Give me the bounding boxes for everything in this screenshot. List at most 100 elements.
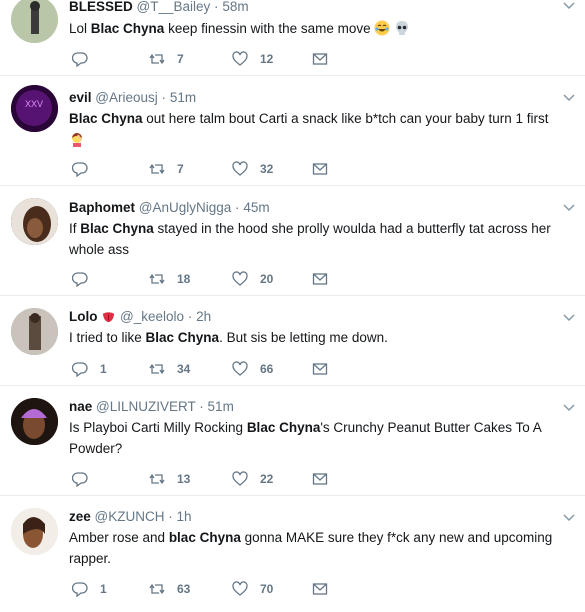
chevron-down-icon[interactable]: [563, 514, 575, 522]
retweet-button[interactable]: 13: [149, 470, 190, 488]
reply-button[interactable]: [72, 270, 100, 288]
text-segment-bold: Blac Chyna: [145, 330, 220, 345]
tweet-text: Is Playboi Carti Milly Rocking Blac Chyn…: [69, 417, 561, 459]
avatar[interactable]: [11, 198, 58, 245]
separator: ·: [168, 509, 173, 524]
like-button[interactable]: 12: [232, 50, 273, 68]
reply-button[interactable]: [72, 50, 100, 68]
retweet-icon: [149, 363, 165, 375]
timestamp[interactable]: 51m: [208, 399, 234, 414]
retweet-button[interactable]: 63: [149, 580, 190, 598]
direct-message-button[interactable]: [312, 160, 328, 178]
reply-icon: [72, 272, 88, 287]
avatar[interactable]: XXV: [11, 85, 58, 132]
heart-icon: [232, 51, 248, 66]
display-name[interactable]: BLESSED: [69, 0, 133, 14]
tweet[interactable]: Lolo @_keelolo · 2h I tried to like Blac…: [0, 296, 585, 386]
separator: ·: [187, 309, 193, 324]
text-segment: keep finessin with the same move: [164, 21, 375, 36]
like-button[interactable]: 20: [232, 270, 273, 288]
reply-icon: [72, 472, 88, 487]
timestamp[interactable]: 2h: [196, 309, 211, 324]
retweet-icon: [149, 473, 165, 485]
chevron-down-icon[interactable]: [563, 2, 575, 10]
like-count: 20: [260, 272, 274, 286]
heart-icon: [232, 471, 248, 486]
retweet-button[interactable]: 18: [149, 270, 190, 288]
user-handle[interactable]: @LILNUZIVERT: [96, 399, 195, 414]
chevron-down-icon[interactable]: [563, 204, 575, 212]
retweet-button[interactable]: 7: [149, 50, 184, 68]
chevron-down-icon[interactable]: [563, 404, 575, 412]
text-segment: out here talm bout Carti a snack like b*…: [142, 111, 549, 126]
avatar[interactable]: [11, 508, 58, 555]
user-handle[interactable]: @T__Bailey: [137, 0, 211, 14]
tweet[interactable]: zee @KZUNCH · 1h Amber rose and blac Chy…: [0, 496, 585, 612]
like-button[interactable]: 32: [232, 160, 273, 178]
tweet-text: If Blac Chyna stayed in the hood she pro…: [69, 218, 561, 260]
direct-message-button[interactable]: [312, 360, 328, 378]
reply-button[interactable]: [72, 470, 100, 488]
timestamp[interactable]: 58m: [222, 0, 248, 14]
retweet-count: 7: [177, 162, 184, 176]
tweet[interactable]: BLESSED @T__Bailey · 58m Lol Blac Chyna …: [0, 0, 585, 76]
envelope-icon: [312, 583, 328, 595]
like-button[interactable]: 70: [232, 580, 273, 598]
tweet[interactable]: nae @LILNUZIVERT · 51m Is Playboi Carti …: [0, 386, 585, 496]
reply-icon: [72, 52, 88, 67]
like-count: 22: [260, 472, 274, 486]
avatar[interactable]: [11, 0, 58, 43]
user-handle[interactable]: @_keelolo: [120, 309, 184, 324]
envelope-icon: [312, 53, 328, 65]
timestamp[interactable]: 51m: [170, 90, 196, 105]
retweet-count: 18: [177, 272, 191, 286]
like-count: 32: [260, 162, 274, 176]
reply-icon: [72, 362, 88, 377]
display-name[interactable]: Baphomet: [69, 200, 135, 215]
heart-icon: [232, 271, 248, 286]
retweet-button[interactable]: 34: [149, 360, 190, 378]
like-button[interactable]: 22: [232, 470, 273, 488]
timestamp[interactable]: 45m: [243, 200, 269, 215]
retweet-button[interactable]: 7: [149, 160, 184, 178]
tweet-header: Baphomet @AnUglyNigga · 45m: [69, 199, 561, 216]
reply-button[interactable]: 1: [72, 580, 107, 598]
like-button[interactable]: 66: [232, 360, 273, 378]
user-handle[interactable]: @KZUNCH: [95, 509, 165, 524]
retweet-count: 63: [177, 582, 191, 596]
retweet-icon: [149, 163, 165, 175]
svg-text:XXV: XXV: [25, 99, 43, 109]
display-name[interactable]: nae: [69, 399, 92, 414]
user-handle[interactable]: @Arieousj: [95, 90, 157, 105]
tweet-text: Lol Blac Chyna keep finessin with the sa…: [69, 18, 561, 39]
separator: ·: [199, 399, 204, 414]
avatar[interactable]: [11, 398, 58, 445]
tweet[interactable]: XXV evil @Arieousj · 51m Blac Chyna out …: [0, 76, 585, 186]
reply-count: 1: [100, 362, 107, 376]
display-name[interactable]: Lolo: [69, 309, 98, 324]
separator: ·: [214, 0, 219, 14]
skull-icon: [396, 21, 409, 35]
display-name[interactable]: evil: [69, 90, 92, 105]
tweet[interactable]: Baphomet @AnUglyNigga · 45m If Blac Chyn…: [0, 186, 585, 296]
direct-message-button[interactable]: [312, 50, 328, 68]
text-segment: Amber rose and: [69, 530, 169, 545]
display-name[interactable]: zee: [69, 509, 91, 524]
retweet-icon: [149, 583, 165, 595]
direct-message-button[interactable]: [312, 270, 328, 288]
direct-message-button[interactable]: [312, 580, 328, 598]
reply-button[interactable]: [72, 160, 100, 178]
chevron-down-icon[interactable]: [563, 94, 575, 102]
retweet-count: 34: [177, 362, 191, 376]
separator: ·: [235, 200, 240, 215]
chevron-down-icon[interactable]: [563, 314, 575, 322]
retweet-count: 7: [177, 52, 184, 66]
reply-button[interactable]: 1: [72, 360, 107, 378]
heart-icon: [232, 161, 248, 176]
avatar[interactable]: [11, 308, 58, 355]
separator: ·: [161, 90, 167, 105]
direct-message-button[interactable]: [312, 470, 328, 488]
text-segment-bold: Blac Chyna: [246, 420, 321, 435]
timestamp[interactable]: 1h: [177, 509, 192, 524]
user-handle[interactable]: @AnUglyNigga: [139, 200, 232, 215]
